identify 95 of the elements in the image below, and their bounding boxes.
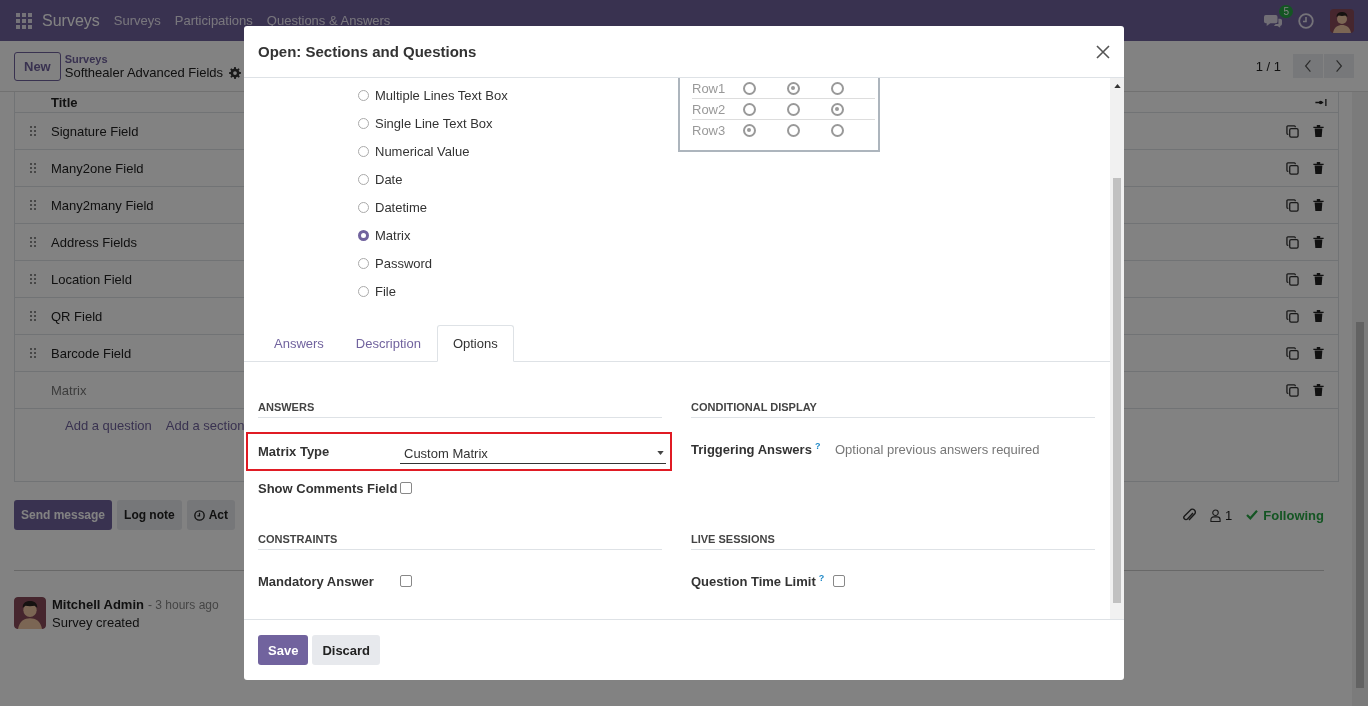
drag-handle-icon[interactable] bbox=[30, 126, 36, 136]
section-heading: CONSTRAINTS bbox=[258, 533, 662, 550]
previous-button[interactable] bbox=[1293, 54, 1323, 78]
drag-handle-icon[interactable] bbox=[30, 163, 36, 173]
radio-button[interactable] bbox=[358, 229, 369, 241]
copy-icon[interactable] bbox=[1286, 161, 1299, 175]
menu-item[interactable]: Surveys bbox=[113, 13, 161, 28]
message-time: - 3 hours ago bbox=[147, 598, 219, 612]
paperclip-icon[interactable] bbox=[1182, 507, 1197, 523]
drag-handle-icon[interactable] bbox=[30, 311, 36, 321]
field-label: Triggering Answers bbox=[691, 442, 812, 458]
dialog-title: Open: Sections and Questions bbox=[258, 43, 477, 60]
gear-icon[interactable] bbox=[229, 67, 241, 79]
copy-icon[interactable] bbox=[1286, 198, 1299, 212]
message-author: Mitchell Admin bbox=[52, 597, 144, 612]
trash-icon[interactable] bbox=[1313, 384, 1324, 396]
checkbox[interactable] bbox=[400, 482, 412, 494]
save-button[interactable]: Save bbox=[258, 635, 309, 665]
scrollbar[interactable] bbox=[1352, 92, 1368, 706]
question-type-option[interactable]: Password bbox=[358, 249, 678, 277]
field-label: Mandatory Answer bbox=[258, 573, 374, 589]
add-link[interactable]: Add a question bbox=[65, 417, 152, 433]
app-grid-icon[interactable] bbox=[16, 12, 32, 29]
question-type-option[interactable]: Datetime bbox=[358, 193, 678, 221]
scrollbar[interactable] bbox=[1110, 78, 1124, 619]
drag-handle-icon[interactable] bbox=[30, 274, 36, 284]
column-header[interactable]: Title bbox=[51, 94, 78, 110]
copy-icon[interactable] bbox=[1286, 346, 1299, 360]
question-type-option[interactable]: Date bbox=[358, 165, 678, 193]
question-type-option[interactable]: Multiple Lines Text Box bbox=[358, 81, 678, 109]
question-type-option[interactable]: Single Line Text Box bbox=[358, 109, 678, 137]
chevron-right-icon bbox=[1335, 59, 1343, 73]
trash-icon[interactable] bbox=[1313, 236, 1324, 248]
activity-button[interactable]: Act bbox=[186, 500, 236, 530]
section-heading: ANSWERS bbox=[258, 401, 662, 418]
tab[interactable]: Answers bbox=[258, 325, 340, 362]
new-button[interactable]: New bbox=[14, 51, 61, 81]
chat-icon[interactable] bbox=[1264, 13, 1282, 28]
trash-icon[interactable] bbox=[1313, 199, 1324, 211]
tab[interactable]: Description bbox=[339, 325, 437, 362]
next-button[interactable] bbox=[1324, 54, 1354, 78]
copy-icon[interactable] bbox=[1286, 124, 1299, 138]
select-field[interactable]: Custom Matrix bbox=[400, 439, 666, 464]
clock-icon bbox=[193, 509, 205, 521]
section-heading: CONDITIONAL DISPLAY bbox=[691, 401, 1095, 418]
log-note-button[interactable]: Log note bbox=[117, 500, 182, 530]
add-link[interactable]: Add a section bbox=[165, 417, 245, 433]
user-avatar[interactable] bbox=[1330, 8, 1354, 33]
row-label: Row2 bbox=[692, 101, 727, 117]
scroll-up-icon[interactable] bbox=[1113, 84, 1121, 88]
copy-icon[interactable] bbox=[1286, 272, 1299, 286]
copy-icon[interactable] bbox=[1286, 309, 1299, 323]
field-label: Matrix Type bbox=[258, 444, 330, 459]
section-heading: LIVE SESSIONS bbox=[691, 533, 1095, 550]
chevron-left-icon bbox=[1304, 59, 1312, 73]
copy-icon[interactable] bbox=[1286, 383, 1299, 397]
followers-button[interactable]: 1 bbox=[1210, 507, 1233, 523]
trash-icon[interactable] bbox=[1313, 310, 1324, 322]
drag-handle-icon[interactable] bbox=[30, 200, 36, 210]
optional-columns-icon[interactable] bbox=[1315, 98, 1328, 106]
trash-icon[interactable] bbox=[1313, 347, 1324, 359]
row-label: Row1 bbox=[692, 80, 727, 96]
menu-item[interactable]: Participations bbox=[174, 13, 253, 28]
clock-icon[interactable] bbox=[1298, 12, 1314, 29]
question-type-option[interactable]: Numerical Value bbox=[358, 137, 678, 165]
menu-item[interactable]: Questions & Answers bbox=[266, 13, 391, 28]
field-label: Question Time Limit bbox=[691, 574, 816, 590]
record-title: Softhealer Advanced Fields bbox=[64, 66, 223, 80]
caret-icon bbox=[657, 451, 664, 455]
drag-handle-icon[interactable] bbox=[30, 237, 36, 247]
trash-icon[interactable] bbox=[1313, 273, 1324, 285]
message-text: Survey created bbox=[52, 615, 141, 630]
row-label: Row3 bbox=[692, 122, 727, 138]
send-message-button[interactable]: Send message bbox=[14, 500, 113, 530]
checkbox[interactable] bbox=[833, 575, 845, 587]
user-avatar bbox=[14, 597, 46, 629]
drag-handle-icon[interactable] bbox=[30, 348, 36, 358]
check-icon bbox=[1246, 510, 1259, 520]
tab[interactable]: Options bbox=[436, 325, 514, 362]
checkbox[interactable] bbox=[400, 575, 412, 587]
notification-badge: 5 bbox=[1279, 5, 1293, 18]
help-tooltip[interactable]: ? bbox=[818, 572, 825, 583]
trash-icon[interactable] bbox=[1313, 125, 1324, 137]
app-name[interactable]: Surveys bbox=[42, 11, 100, 30]
help-tooltip[interactable]: ? bbox=[814, 440, 821, 451]
discard-button[interactable]: Discard bbox=[312, 635, 381, 665]
trash-icon[interactable] bbox=[1313, 162, 1324, 174]
copy-icon[interactable] bbox=[1286, 235, 1299, 249]
pager-value: 1 / 1 bbox=[1255, 58, 1281, 74]
breadcrumb-link[interactable]: Surveys bbox=[64, 52, 241, 66]
person-icon bbox=[1210, 508, 1222, 522]
question-type-option[interactable]: Matrix bbox=[358, 221, 678, 249]
question-type-option[interactable]: File bbox=[358, 277, 678, 305]
field-label: Show Comments Field bbox=[258, 480, 398, 496]
close-icon[interactable] bbox=[1096, 44, 1110, 59]
